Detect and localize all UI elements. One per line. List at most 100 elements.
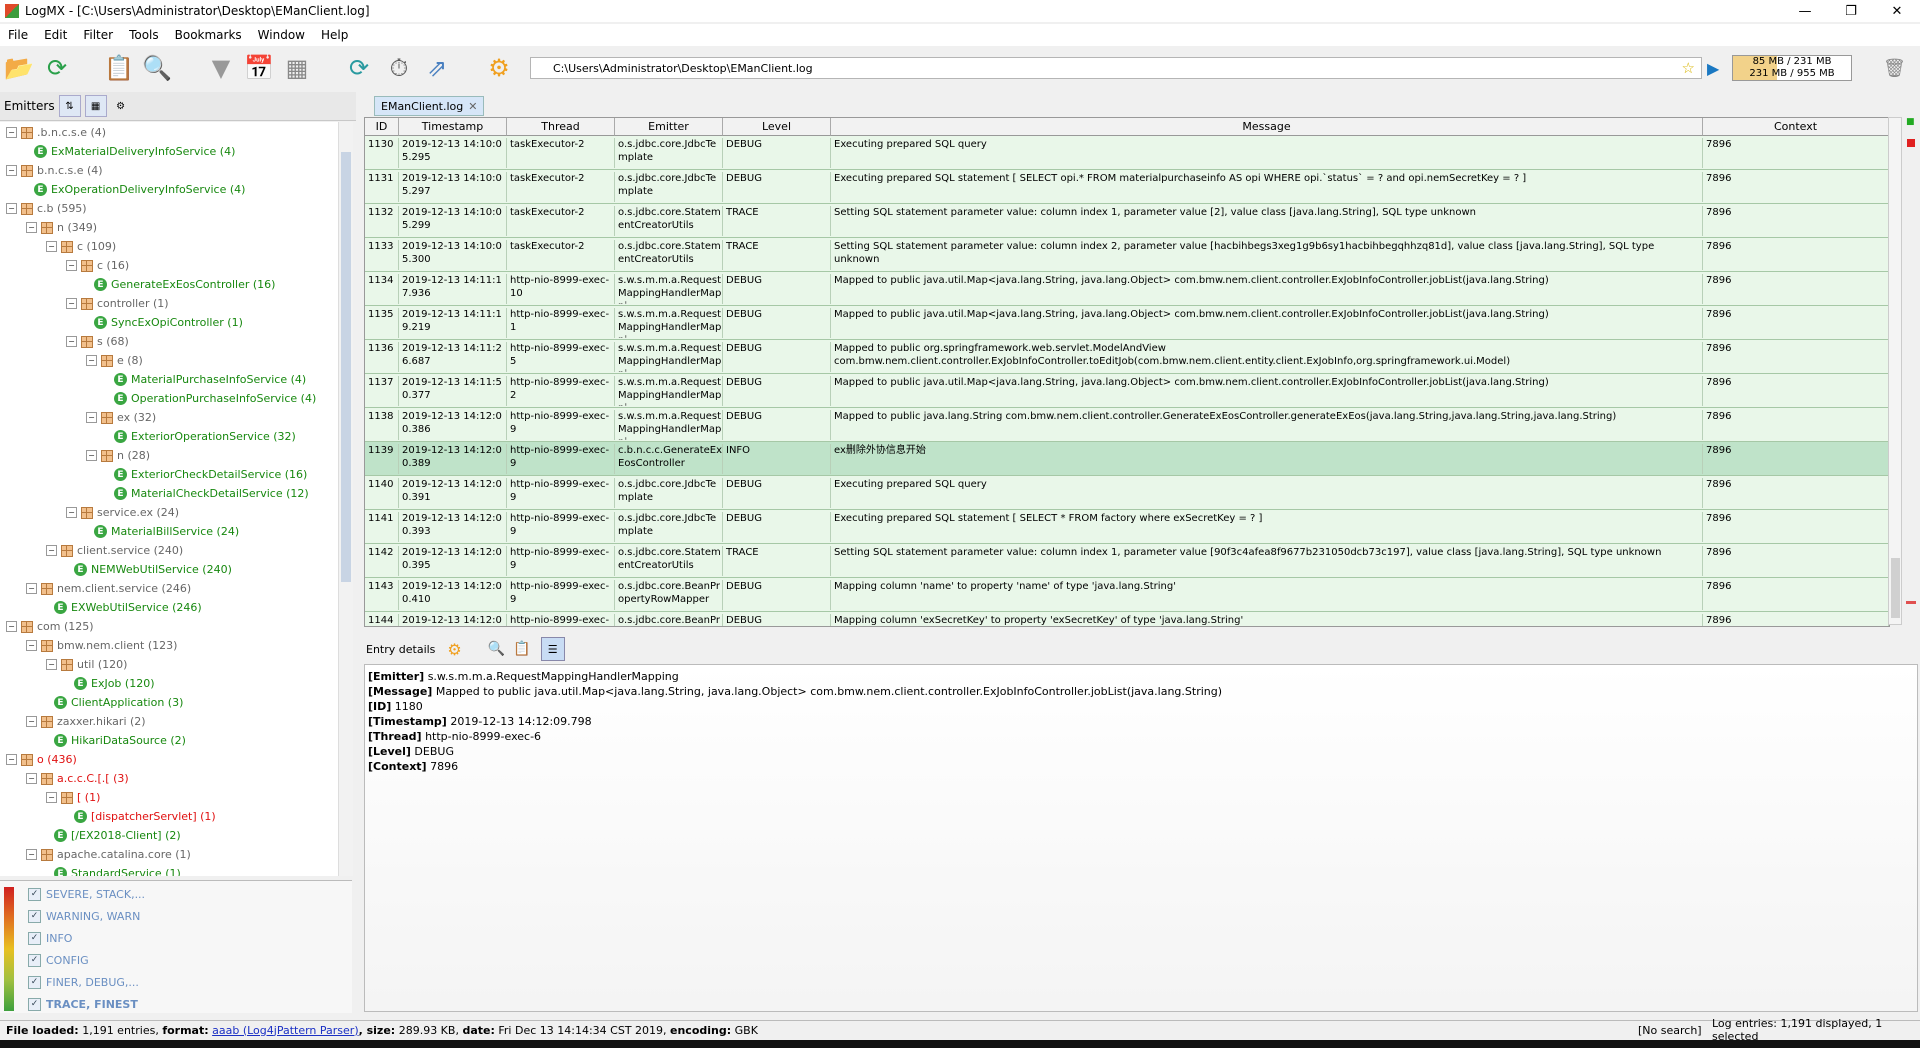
collapse-toggle-icon[interactable]: −: [26, 222, 37, 233]
collapse-toggle-icon[interactable]: −: [26, 640, 37, 651]
log-scrollbar[interactable]: [1888, 117, 1902, 625]
level-info[interactable]: ✓ INFO: [28, 929, 72, 947]
tree-emitter-node[interactable]: E HikariDataSource (2): [46, 731, 186, 750]
tree-package-node[interactable]: − client.service (240): [46, 541, 183, 560]
collapse-toggle-icon[interactable]: −: [46, 792, 57, 803]
level-warning[interactable]: ✓ WARNING, WARN: [28, 907, 140, 925]
menu-bookmarks[interactable]: Bookmarks: [167, 28, 250, 42]
tree-package-node[interactable]: − s (68): [66, 332, 129, 351]
scroll-thumb[interactable]: [1891, 558, 1900, 618]
column-header-thread[interactable]: Thread: [507, 118, 615, 136]
tree-package-node[interactable]: − n (349): [26, 218, 97, 237]
tree-emitter-node[interactable]: E ExOperationDeliveryInfoService (4): [26, 180, 245, 199]
table-row[interactable]: 11442019-12-13 14:12:00.http-nio-8999-ex…: [365, 612, 1889, 626]
collapse-toggle-icon[interactable]: −: [6, 754, 17, 765]
close-tab-icon[interactable]: ✕: [468, 100, 477, 113]
table-row[interactable]: 1130 2019-12-13 14:10:05.295 taskExecutor-…: [365, 136, 1889, 170]
menu-file[interactable]: File: [0, 28, 36, 42]
tree-emitter-node[interactable]: E MaterialCheckDetailService (12): [106, 484, 309, 503]
tree-package-node[interactable]: − o (436): [6, 750, 77, 769]
go-arrow-icon[interactable]: ▶: [1707, 59, 1719, 78]
tree-emitter-node[interactable]: E EXWebUtilService (246): [46, 598, 202, 617]
column-header-context[interactable]: Context: [1703, 118, 1889, 136]
error-marker[interactable]: [1907, 139, 1915, 147]
tree-package-node[interactable]: − controller (1): [66, 294, 169, 313]
checkbox-icon[interactable]: ✓: [28, 997, 41, 1011]
tree-package-node[interactable]: − a.c.c.C.[.[ (3): [26, 769, 129, 788]
tree-package-node[interactable]: − n (28): [86, 446, 150, 465]
table-row[interactable]: 1135 2019-12-13 14:11:19.219 http-nio-8999…: [365, 306, 1889, 340]
calendar-icon[interactable]: 📅: [244, 53, 274, 83]
collapse-toggle-icon[interactable]: −: [26, 773, 37, 784]
timer-icon[interactable]: ⏱: [384, 53, 414, 83]
table-row[interactable]: 1139 2019-12-13 14:12:00.389 http-nio-8999…: [365, 442, 1889, 476]
column-header-timestamp[interactable]: Timestamp: [399, 118, 507, 136]
tree-package-node[interactable]: − c (109): [46, 237, 116, 256]
collapse-toggle-icon[interactable]: −: [6, 621, 17, 632]
table-row[interactable]: 1136 2019-12-13 14:11:26.687 http-nio-8999…: [365, 340, 1889, 374]
tree-emitter-node[interactable]: E [/EX2018-Client] (2): [46, 826, 181, 845]
collapse-toggle-icon[interactable]: −: [46, 659, 57, 670]
tree-emitter-node[interactable]: E ClientApplication (3): [46, 693, 183, 712]
tree-package-node[interactable]: − util (120): [46, 655, 127, 674]
table-row[interactable]: 1138 2019-12-13 14:12:00.386 http-nio-8999…: [365, 408, 1889, 442]
tree-package-node[interactable]: − nem.client.service (246): [26, 579, 191, 598]
tree-package-node[interactable]: − e (8): [86, 351, 143, 370]
table-row[interactable]: 1134 2019-12-13 14:11:17.936 http-nio-8999…: [365, 272, 1889, 306]
collapse-toggle-icon[interactable]: −: [26, 583, 37, 594]
menu-window[interactable]: Window: [250, 28, 313, 42]
window-icon[interactable]: ▦: [282, 53, 312, 83]
tree-package-node[interactable]: − service.ex (24): [66, 503, 179, 522]
checkbox-icon[interactable]: ✓: [28, 953, 41, 967]
tree-package-node[interactable]: − zaxxer.hikari (2): [26, 712, 146, 731]
tree-emitter-node[interactable]: E ExteriorOperationService (32): [106, 427, 296, 446]
tree-emitter-node[interactable]: E StandardService (1): [46, 864, 181, 876]
tree-emitter-node[interactable]: E OperationPurchaseInfoService (4): [106, 389, 316, 408]
file-path-field[interactable]: C:\Users\Administrator\Desktop\EManClien…: [530, 57, 1702, 79]
checkbox-icon[interactable]: ✓: [28, 975, 41, 989]
tree-package-node[interactable]: − [ (1): [46, 788, 100, 807]
tree-emitter-node[interactable]: E MaterialPurchaseInfoService (4): [106, 370, 306, 389]
sort-icon[interactable]: ⇅: [58, 95, 81, 117]
scroll-thumb[interactable]: [341, 152, 351, 582]
details-format-icon[interactable]: ☰: [540, 637, 565, 661]
checkbox-icon[interactable]: ✓: [28, 909, 41, 923]
tree-package-node[interactable]: − apache.catalina.core (1): [26, 845, 191, 864]
maximize-button[interactable]: ❐: [1828, 0, 1874, 22]
open-folder-icon[interactable]: 📂: [4, 53, 34, 83]
level-config[interactable]: ✓ CONFIG: [28, 951, 89, 969]
bookmark-star-icon[interactable]: ☆: [1682, 59, 1695, 77]
search-icon[interactable]: 🔍: [142, 53, 172, 83]
trash-icon[interactable]: 🗑: [1883, 58, 1906, 79]
collapse-toggle-icon[interactable]: −: [66, 260, 77, 271]
collapse-toggle-icon[interactable]: −: [46, 545, 57, 556]
collapse-toggle-icon[interactable]: −: [6, 127, 17, 138]
collapse-toggle-icon[interactable]: −: [66, 336, 77, 347]
checkbox-icon[interactable]: ✓: [28, 931, 41, 945]
column-header-emitter[interactable]: Emitter: [615, 118, 723, 136]
menu-edit[interactable]: Edit: [36, 28, 75, 42]
settings-gear-icon[interactable]: ⚙: [484, 53, 514, 83]
tree-emitter-node[interactable]: E ExJob (120): [66, 674, 155, 693]
collapse-toggle-icon[interactable]: −: [66, 507, 77, 518]
column-header-level[interactable]: Level: [723, 118, 831, 136]
tree-package-node[interactable]: − .b.n.c.s.e (4): [6, 123, 106, 142]
collapse-toggle-icon[interactable]: −: [86, 355, 97, 366]
minimize-button[interactable]: —: [1782, 0, 1828, 22]
table-row[interactable]: 1137 2019-12-13 14:11:50.377 http-nio-8999…: [365, 374, 1889, 408]
collapse-toggle-icon[interactable]: −: [86, 412, 97, 423]
tree-emitter-node[interactable]: E ExMaterialDeliveryInfoService (4): [26, 142, 235, 161]
export-icon[interactable]: ⇗: [422, 53, 452, 83]
menu-help[interactable]: Help: [313, 28, 356, 42]
checkbox-icon[interactable]: ✓: [28, 887, 41, 901]
tree-package-node[interactable]: − bmw.nem.client (123): [26, 636, 177, 655]
refresh-icon[interactable]: ⟳: [42, 53, 72, 83]
close-button[interactable]: ✕: [1874, 0, 1920, 22]
table-row[interactable]: 1141 2019-12-13 14:12:00.393 http-nio-8999…: [365, 510, 1889, 544]
details-search-icon[interactable]: 🔍: [488, 641, 505, 657]
collapse-toggle-icon[interactable]: −: [86, 450, 97, 461]
details-copy-icon[interactable]: 📋: [513, 641, 530, 657]
collapse-toggle-icon[interactable]: −: [26, 716, 37, 727]
collapse-toggle-icon[interactable]: −: [6, 203, 17, 214]
emitters-scrollbar[interactable]: [338, 122, 353, 876]
